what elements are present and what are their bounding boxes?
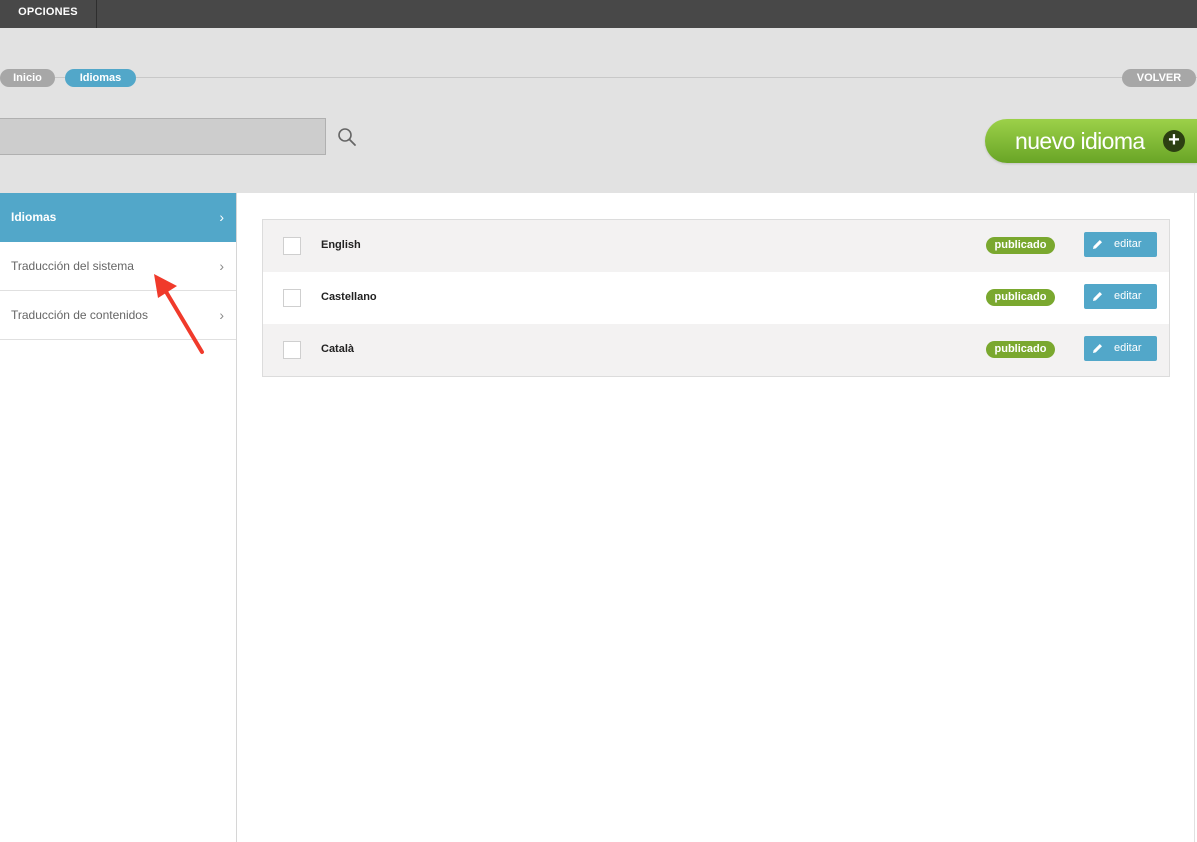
pencil-icon xyxy=(1093,344,1102,353)
row-checkbox[interactable] xyxy=(283,289,301,307)
sidebar-item-idiomas[interactable]: Idiomas › xyxy=(0,193,236,242)
pencil-icon xyxy=(1093,292,1102,301)
chevron-right-icon: › xyxy=(219,258,224,274)
new-language-label: nuevo idioma xyxy=(1015,128,1145,154)
breadcrumb-current[interactable]: Idiomas xyxy=(65,69,136,87)
plus-icon: + xyxy=(1163,130,1185,152)
edit-label: editar xyxy=(1114,290,1142,302)
language-name: Castellano xyxy=(321,291,377,303)
sidebar-item-label: Traducción del sistema xyxy=(11,259,134,273)
options-tab[interactable]: OPCIONES xyxy=(0,0,97,28)
pencil-icon xyxy=(1093,240,1102,249)
row-checkbox[interactable] xyxy=(283,237,301,255)
status-badge: publicado xyxy=(986,289,1055,306)
sidebar-item-label: Idiomas xyxy=(11,210,57,224)
back-button[interactable]: VOLVER xyxy=(1122,69,1196,87)
main-border xyxy=(1194,193,1195,842)
status-badge: publicado xyxy=(986,237,1055,254)
search-icon[interactable] xyxy=(337,127,357,147)
search-input[interactable] xyxy=(0,118,326,155)
top-bar: OPCIONES xyxy=(0,0,1197,28)
breadcrumb-line xyxy=(0,77,1197,78)
edit-button[interactable]: editar xyxy=(1084,284,1157,309)
edit-button[interactable]: editar xyxy=(1084,336,1157,361)
breadcrumb-home[interactable]: Inicio xyxy=(0,69,55,87)
table-row: Castellano publicado editar xyxy=(263,272,1169,324)
chevron-right-icon: › xyxy=(219,307,224,323)
edit-label: editar xyxy=(1114,238,1142,250)
language-list: English publicado editar Castellano publ… xyxy=(262,219,1170,377)
table-row: English publicado editar xyxy=(263,220,1169,272)
row-checkbox[interactable] xyxy=(283,341,301,359)
main-content: English publicado editar Castellano publ… xyxy=(237,193,1197,842)
sidebar-item-label: Traducción de contenidos xyxy=(11,308,148,322)
arrow-annotation xyxy=(154,274,204,354)
language-name: Català xyxy=(321,343,355,355)
language-name: English xyxy=(321,239,361,251)
status-badge: publicado xyxy=(986,341,1055,358)
table-row: Català publicado editar xyxy=(263,324,1169,376)
chevron-right-icon: › xyxy=(219,209,224,225)
new-language-button[interactable]: nuevo idioma + xyxy=(985,119,1197,163)
edit-button[interactable]: editar xyxy=(1084,232,1157,257)
edit-label: editar xyxy=(1114,342,1142,354)
